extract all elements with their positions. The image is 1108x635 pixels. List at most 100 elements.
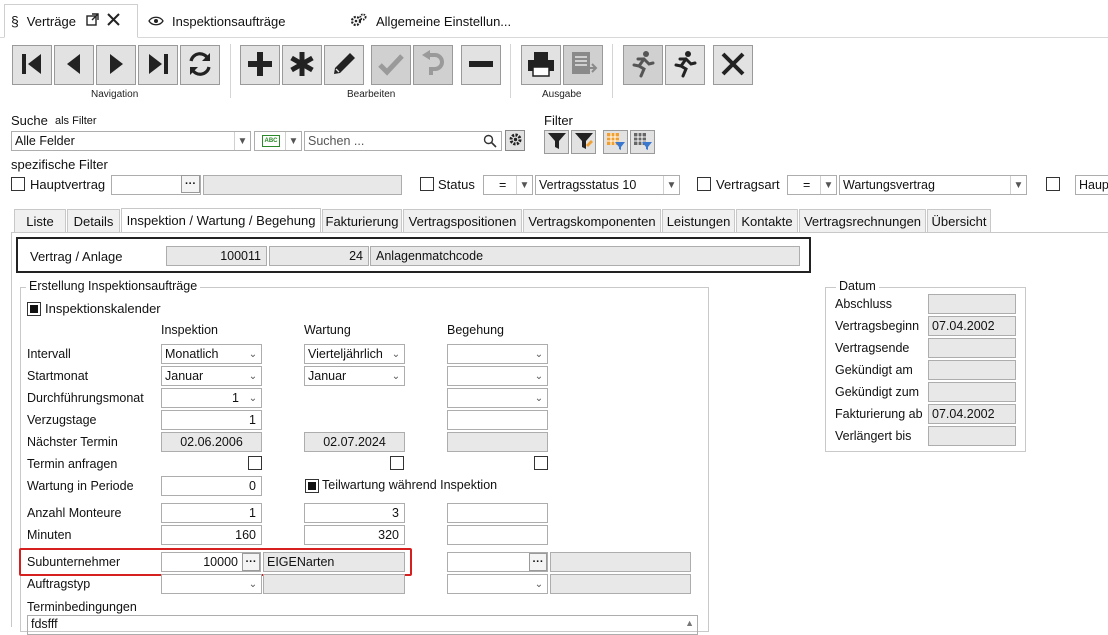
search-input[interactable]: Suchen ... [304, 131, 502, 151]
status-operator-select[interactable]: = ▼ [483, 175, 533, 195]
plus-icon [246, 50, 274, 81]
intervall-inspektion-select[interactable]: Monatlich ⌄ [161, 344, 262, 364]
durchfuehrungsmonat-inspektion-select[interactable]: 1 ⌄ [161, 388, 262, 408]
extra-filter-checkbox[interactable] [1046, 177, 1060, 191]
close-icon[interactable] [107, 13, 120, 29]
status-label: Status [438, 177, 475, 192]
search-icon[interactable] [483, 134, 497, 150]
run-button[interactable] [665, 45, 705, 85]
auftragstyp-begehung-name-field [550, 574, 691, 594]
save-button[interactable] [371, 45, 411, 85]
chevron-down-icon: ▼ [234, 132, 250, 150]
selected-value: Januar [308, 369, 347, 383]
termin-anfragen-inspektion-checkbox[interactable] [248, 456, 262, 470]
startmonat-begehung-select[interactable]: ⌄ [447, 366, 548, 386]
termin-anfragen-begehung-checkbox[interactable] [534, 456, 548, 470]
checkmark-icon [377, 50, 405, 81]
funnel-edit-icon [574, 132, 594, 153]
filter-edit-button[interactable] [571, 130, 596, 154]
startmonat-wartung-select[interactable]: Januar ⌄ [304, 366, 405, 386]
intervall-wartung-select[interactable]: Vierteljährlich ⌄ [304, 344, 405, 364]
filter-grid-button[interactable] [603, 130, 628, 154]
status-value-select[interactable]: Vertragsstatus 10 ▼ [535, 175, 680, 195]
minuten-wartung-input[interactable]: 320 [304, 525, 405, 545]
search-field-select[interactable]: Alle Felder ▼ [11, 131, 251, 151]
verzugstage-begehung-input[interactable] [447, 410, 548, 430]
first-record-button[interactable] [12, 45, 52, 85]
verzugstage-inspektion-input[interactable]: 1 [161, 410, 262, 430]
refresh-button[interactable] [180, 45, 220, 85]
startmonat-inspektion-select[interactable]: Januar ⌄ [161, 366, 262, 386]
next-record-button[interactable] [96, 45, 136, 85]
termin-anfragen-wartung-checkbox[interactable] [390, 456, 404, 470]
intervall-begehung-select[interactable]: ⌄ [447, 344, 548, 364]
column-header-begehung: Begehung [447, 323, 505, 337]
inspektionskalender-checkbox[interactable] [27, 302, 41, 316]
tab-vertraege[interactable]: § Verträge [4, 4, 138, 38]
vertragsbeginn-field: 07.04.2002 [928, 316, 1016, 336]
previous-record-button[interactable] [54, 45, 94, 85]
print-button[interactable] [521, 45, 561, 85]
minuten-inspektion-input[interactable]: 160 [161, 525, 262, 545]
tab-inspektion-wartung-begehung[interactable]: Inspektion / Wartung / Begehung [121, 208, 321, 232]
close-record-button[interactable] [713, 45, 753, 85]
copy-record-button[interactable] [282, 45, 322, 85]
tab-vertragskomponenten[interactable]: Vertragskomponenten [523, 209, 661, 232]
verlaengert-bis-field [928, 426, 1016, 446]
anzahl-monteure-inspektion-input[interactable]: 1 [161, 503, 262, 523]
specific-filter-title: spezifische Filter [11, 157, 108, 172]
vertragsart-value-select[interactable]: Wartungsvertrag ▼ [839, 175, 1027, 195]
search-placeholder: Suchen ... [308, 134, 365, 148]
tab-fakturierung[interactable]: Fakturierung [322, 209, 402, 232]
tab-details[interactable]: Details [67, 209, 120, 232]
extra-filter-field[interactable]: Haup [1075, 175, 1108, 195]
terminbedingungen-textarea[interactable]: fdsfff ▲ [27, 615, 698, 635]
teilwartung-checkbox[interactable] [305, 479, 319, 493]
ellipsis-button[interactable]: ··· [529, 553, 547, 571]
grid-filter-icon [633, 132, 653, 153]
tab-uebersicht[interactable]: Übersicht [927, 209, 991, 232]
filter-apply-button[interactable] [544, 130, 569, 154]
gekuendigt-zum-field [928, 382, 1016, 402]
run-disabled-button[interactable] [623, 45, 663, 85]
chevron-down-icon: ⌄ [248, 392, 258, 404]
tab-kontakte[interactable]: Kontakte [736, 209, 798, 232]
new-record-button[interactable] [240, 45, 280, 85]
delete-button[interactable] [461, 45, 501, 85]
durchfuehrungsmonat-begehung-select[interactable]: ⌄ [447, 388, 548, 408]
hauptvertrag-checkbox[interactable] [11, 177, 25, 191]
popout-icon[interactable] [86, 13, 99, 29]
tab-liste[interactable]: Liste [14, 209, 66, 232]
last-record-button[interactable] [138, 45, 178, 85]
tab-leistungen[interactable]: Leistungen [662, 209, 735, 232]
vertragsart-checkbox[interactable] [697, 177, 711, 191]
section-icon: § [11, 13, 19, 29]
ellipsis-button[interactable]: ··· [181, 175, 200, 193]
tab-label: Allgemeine Einstellun... [376, 13, 512, 29]
anzahl-monteure-begehung-input[interactable] [447, 503, 548, 523]
auftragstyp-inspektion-select[interactable]: ⌄ [161, 574, 262, 594]
hauptvertrag-name-field [203, 175, 402, 195]
intervall-label: Intervall [27, 347, 71, 361]
tab-inspektionsauftraege[interactable]: Inspektionsaufträge [142, 4, 332, 38]
tab-vertragsrechnungen[interactable]: Vertragsrechnungen [799, 209, 926, 232]
tab-allgemeine-einstellungen[interactable]: Allgemeine Einstellun... [344, 4, 544, 38]
export-button[interactable] [563, 45, 603, 85]
undo-button[interactable] [413, 45, 453, 85]
auftragstyp-begehung-select[interactable]: ⌄ [447, 574, 548, 594]
anzahl-monteure-label: Anzahl Monteure [27, 506, 122, 520]
edit-button[interactable] [324, 45, 364, 85]
status-checkbox[interactable] [420, 177, 434, 191]
filter-grid-alt-button[interactable] [630, 130, 655, 154]
search-type-select[interactable]: ABC ▼ [254, 131, 302, 151]
minuten-begehung-input[interactable] [447, 525, 548, 545]
anzahl-monteure-wartung-input[interactable]: 3 [304, 503, 405, 523]
wartung-in-periode-input[interactable]: 0 [161, 476, 262, 496]
ellipsis-button[interactable]: ··· [242, 553, 260, 571]
wartung-in-periode-label: Wartung in Periode [27, 479, 134, 493]
tab-vertragspositionen[interactable]: Vertragspositionen [403, 209, 522, 232]
vertragsart-operator-select[interactable]: = ▼ [787, 175, 837, 195]
chevron-down-icon: ⌄ [534, 392, 544, 404]
search-settings-button[interactable] [505, 130, 525, 151]
chevron-down-icon: ⌄ [534, 578, 544, 590]
